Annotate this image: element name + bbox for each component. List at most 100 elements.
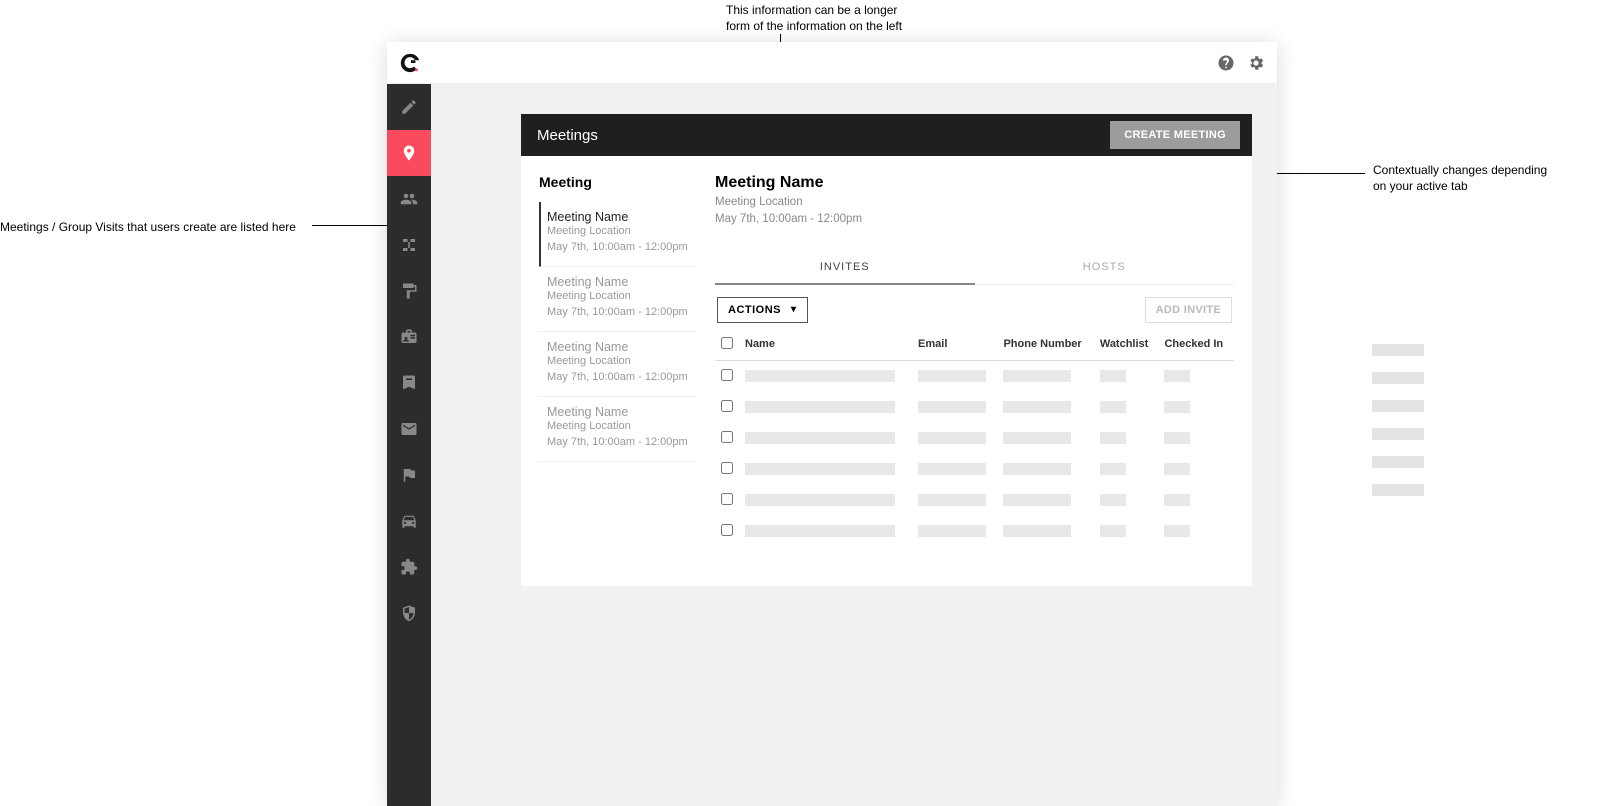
placeholder-phone <box>1003 370 1071 382</box>
actions-dropdown[interactable]: ACTIONS ▾ <box>717 297 808 323</box>
placeholder-phone <box>1003 525 1071 537</box>
placeholder-watchlist <box>1100 463 1126 475</box>
meeting-list-item[interactable]: Meeting NameMeeting LocationMay 7th, 10:… <box>539 202 697 267</box>
meeting-item-name: Meeting Name <box>547 275 697 289</box>
placeholder-watchlist <box>1100 432 1126 444</box>
table-row <box>715 392 1234 423</box>
placeholder-checked-in <box>1164 463 1190 475</box>
placeholder-watchlist <box>1100 370 1126 382</box>
meeting-item-name: Meeting Name <box>547 340 697 354</box>
sidebar-item-mail[interactable] <box>387 406 431 452</box>
placeholder-name <box>745 370 895 382</box>
placeholder-watchlist <box>1100 494 1126 506</box>
add-invite-button[interactable]: ADD INVITE <box>1145 297 1232 323</box>
app-logo <box>399 52 421 74</box>
col-watchlist: Watchlist <box>1094 333 1159 361</box>
placeholder-watchlist <box>1100 525 1126 537</box>
meeting-item-time: May 7th, 10:00am - 12:00pm <box>547 435 697 451</box>
sidebar-item-book[interactable] <box>387 360 431 406</box>
col-checked-in: Checked In <box>1158 333 1234 361</box>
sidebar-item-badge[interactable] <box>387 314 431 360</box>
placeholder-watchlist <box>1100 401 1126 413</box>
meeting-detail-column: Meeting Name Meeting Location May 7th, 1… <box>711 156 1252 586</box>
placeholder-phone <box>1003 494 1071 506</box>
placeholder-checked-in <box>1164 494 1190 506</box>
actions-label: ACTIONS <box>728 304 781 316</box>
create-meeting-button[interactable]: CREATE MEETING <box>1110 121 1240 149</box>
panel-header: Meetings CREATE MEETING <box>521 114 1252 156</box>
annotation-right: Contextually changes depending on your a… <box>1373 163 1547 194</box>
gear-icon[interactable] <box>1247 54 1265 72</box>
page-title: Meetings <box>537 127 598 144</box>
placeholder-phone <box>1003 463 1071 475</box>
sidebar-item-shield[interactable] <box>387 590 431 636</box>
meeting-list-heading: Meeting <box>539 174 697 190</box>
table-row <box>715 423 1234 454</box>
meeting-list-item[interactable]: Meeting NameMeeting LocationMay 7th, 10:… <box>539 332 697 397</box>
row-checkbox[interactable] <box>721 431 733 443</box>
sidebar-item-puzzle[interactable] <box>387 544 431 590</box>
sidebar-item-flag[interactable] <box>387 452 431 498</box>
placeholder-name <box>745 525 895 537</box>
placeholder-name <box>745 463 895 475</box>
table-toolbar: ACTIONS ▾ ADD INVITE <box>715 285 1234 333</box>
placeholder-name <box>745 401 895 413</box>
placeholder-checked-in <box>1164 370 1190 382</box>
sidebar-item-tree[interactable] <box>387 222 431 268</box>
meeting-item-time: May 7th, 10:00am - 12:00pm <box>547 370 697 386</box>
row-checkbox[interactable] <box>721 524 733 536</box>
sidebar-item-car[interactable] <box>387 498 431 544</box>
sidebar-item-edit[interactable] <box>387 84 431 130</box>
col-phone: Phone Number <box>997 333 1093 361</box>
placeholder-checked-in <box>1164 525 1190 537</box>
topbar <box>387 42 1277 84</box>
help-icon[interactable] <box>1217 54 1235 72</box>
meeting-item-name: Meeting Name <box>547 210 697 224</box>
table-row <box>715 516 1234 547</box>
placeholder-name <box>745 494 895 506</box>
placeholder-phone <box>1003 401 1071 413</box>
panel-body: Meeting Meeting NameMeeting LocationMay … <box>521 156 1252 586</box>
chevron-down-icon: ▾ <box>791 304 797 315</box>
placeholder-email <box>918 432 986 444</box>
sidebar-item-people[interactable] <box>387 176 431 222</box>
app-window: Meetings CREATE MEETING Meeting Meeting … <box>387 42 1277 806</box>
meeting-item-time: May 7th, 10:00am - 12:00pm <box>547 305 697 321</box>
detail-tabs: INVITES HOSTS <box>715 251 1234 285</box>
placeholder-checked-in <box>1164 401 1190 413</box>
meeting-item-location: Meeting Location <box>547 289 697 305</box>
tab-invites[interactable]: INVITES <box>715 251 975 285</box>
meeting-item-location: Meeting Location <box>547 419 697 435</box>
placeholder-email <box>918 494 986 506</box>
row-checkbox[interactable] <box>721 462 733 474</box>
meeting-item-name: Meeting Name <box>547 405 697 419</box>
meeting-detail-time: May 7th, 10:00am - 12:00pm <box>715 211 1234 228</box>
row-checkbox[interactable] <box>721 493 733 505</box>
col-email: Email <box>912 333 997 361</box>
sidebar <box>387 84 431 806</box>
table-row <box>715 485 1234 516</box>
meeting-item-location: Meeting Location <box>547 354 697 370</box>
meeting-list-column: Meeting Meeting NameMeeting LocationMay … <box>521 156 711 586</box>
table-row <box>715 454 1234 485</box>
meeting-detail-name: Meeting Name <box>715 174 1234 192</box>
annotation-left: Meetings / Group Visits that users creat… <box>0 220 296 236</box>
content-area: Meetings CREATE MEETING Meeting Meeting … <box>431 84 1277 806</box>
external-placeholder-bars <box>1372 344 1424 496</box>
sidebar-item-paint[interactable] <box>387 268 431 314</box>
placeholder-checked-in <box>1164 432 1190 444</box>
placeholder-email <box>918 401 986 413</box>
tab-hosts[interactable]: HOSTS <box>975 251 1235 284</box>
meeting-detail-location: Meeting Location <box>715 194 1234 211</box>
placeholder-email <box>918 525 986 537</box>
meeting-list-item[interactable]: Meeting NameMeeting LocationMay 7th, 10:… <box>539 267 697 332</box>
placeholder-email <box>918 370 986 382</box>
select-all-checkbox[interactable] <box>721 337 733 349</box>
row-checkbox[interactable] <box>721 400 733 412</box>
sidebar-item-location[interactable] <box>387 130 431 176</box>
placeholder-email <box>918 463 986 475</box>
meeting-list-item[interactable]: Meeting NameMeeting LocationMay 7th, 10:… <box>539 397 697 462</box>
meeting-item-location: Meeting Location <box>547 224 697 240</box>
placeholder-phone <box>1003 432 1071 444</box>
row-checkbox[interactable] <box>721 369 733 381</box>
